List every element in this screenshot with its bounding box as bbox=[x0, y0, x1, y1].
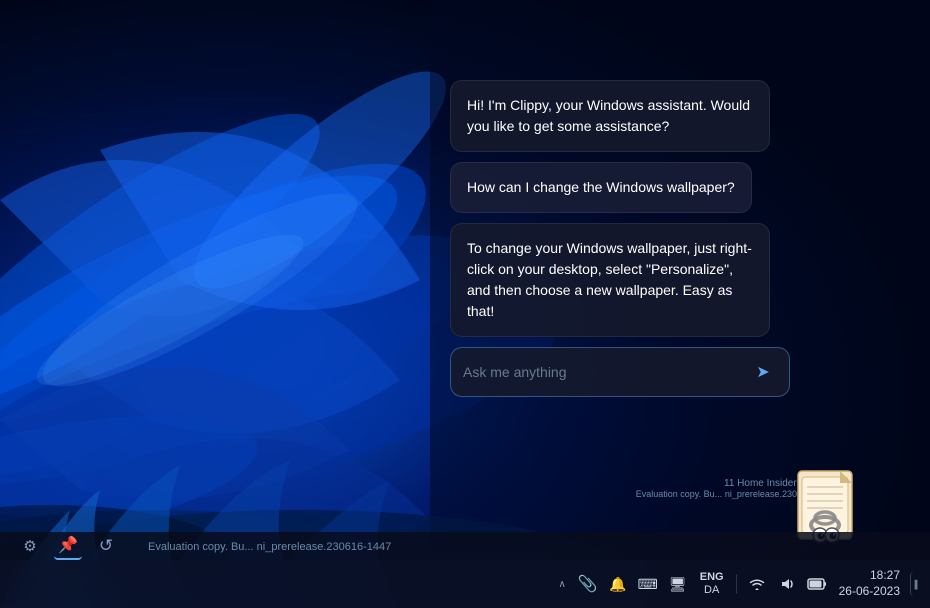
tray-speaker-icon[interactable] bbox=[775, 572, 799, 596]
chat-bubble-1-text: Hi! I'm Clippy, your Windows assistant. … bbox=[467, 97, 750, 134]
status-bar-content: ⚙ 📌 ↺ Evaluation copy. Bu... ni_prerelea… bbox=[16, 532, 914, 560]
chat-input[interactable] bbox=[463, 364, 741, 380]
taskbar: ∧ 📎 🔔 ⌨ 🖥 ENG DA bbox=[0, 560, 930, 608]
chat-panel: Hi! I'm Clippy, your Windows assistant. … bbox=[450, 80, 790, 397]
chat-bubble-3: To change your Windows wallpaper, just r… bbox=[450, 223, 770, 337]
chevron-up-icon: ∧ bbox=[558, 579, 565, 590]
tray-alert-icon[interactable]: 🔔 bbox=[606, 572, 630, 596]
show-hidden-icons-button[interactable]: ∧ bbox=[554, 575, 569, 594]
speaker-svg bbox=[779, 577, 795, 591]
tray-clippy-icon[interactable]: 📎 bbox=[576, 572, 600, 596]
show-desktop-icon: ▌ bbox=[915, 580, 921, 589]
wifi-svg bbox=[749, 577, 765, 591]
chat-bubble-2: How can I change the Windows wallpaper? bbox=[450, 162, 752, 213]
language-indicator[interactable]: ENG DA bbox=[696, 569, 728, 599]
status-bar-icons: ⚙ 📌 ↺ bbox=[16, 532, 120, 560]
status-refresh-button[interactable]: ↺ bbox=[92, 532, 120, 560]
pin-icon: 📌 bbox=[58, 535, 78, 555]
chat-bubble-3-text: To change your Windows wallpaper, just r… bbox=[467, 240, 752, 319]
keyboard-tray-icon: ⌨ bbox=[638, 576, 658, 593]
chat-bubble-1: Hi! I'm Clippy, your Windows assistant. … bbox=[450, 80, 770, 152]
time-display: 18:27 bbox=[870, 568, 900, 584]
clippy-tray-icon: 📎 bbox=[578, 574, 598, 594]
status-pin-button[interactable]: 📌 bbox=[54, 532, 82, 560]
battery-svg bbox=[807, 578, 827, 590]
settings-icon: ⚙ bbox=[23, 537, 36, 555]
taskbar-right: ∧ 📎 🔔 ⌨ 🖥 ENG DA bbox=[554, 566, 922, 601]
status-bar: ⚙ 📌 ↺ Evaluation copy. Bu... ni_prerelea… bbox=[0, 532, 930, 560]
send-button[interactable]: ➤ bbox=[749, 358, 777, 386]
lang-line1: ENG bbox=[700, 571, 724, 584]
tray-keyboard-icon[interactable]: ⌨ bbox=[636, 572, 660, 596]
date-display: 26-06-2023 bbox=[839, 584, 900, 600]
tray-wifi-icon[interactable] bbox=[745, 572, 769, 596]
eval-label: Evaluation copy. Bu... ni_prerelease.230… bbox=[148, 541, 391, 553]
show-desktop-button[interactable]: ▌ bbox=[910, 572, 922, 596]
display-tray-icon: 🖥 bbox=[669, 576, 687, 593]
send-icon: ➤ bbox=[756, 362, 769, 382]
chat-bubble-2-text: How can I change the Windows wallpaper? bbox=[467, 179, 735, 195]
desktop: Hi! I'm Clippy, your Windows assistant. … bbox=[0, 0, 930, 608]
status-settings-button[interactable]: ⚙ bbox=[16, 532, 44, 560]
chat-input-area: ➤ bbox=[450, 347, 790, 397]
tray-display-icon[interactable]: 🖥 bbox=[666, 572, 690, 596]
status-eval-text: Evaluation copy. Bu... ni_prerelease.230… bbox=[136, 537, 914, 555]
clock-display[interactable]: 18:27 26-06-2023 bbox=[835, 566, 904, 601]
lang-line2: DA bbox=[704, 584, 719, 597]
alert-tray-icon: 🔔 bbox=[609, 576, 626, 593]
tray-separator bbox=[736, 574, 737, 594]
refresh-icon: ↺ bbox=[99, 536, 113, 556]
tray-battery-icon[interactable] bbox=[805, 572, 829, 596]
